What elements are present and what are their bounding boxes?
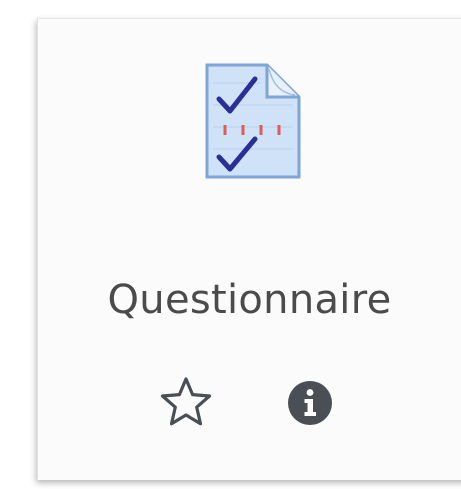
card-actions bbox=[156, 373, 356, 433]
questionnaire-document-icon bbox=[205, 63, 301, 179]
info-circle-icon[interactable] bbox=[286, 379, 334, 427]
page: Questionnaire bbox=[0, 0, 461, 489]
star-outline-icon[interactable] bbox=[156, 373, 216, 433]
activity-title: Questionnaire bbox=[107, 277, 392, 323]
activity-card[interactable]: Questionnaire bbox=[37, 18, 461, 480]
